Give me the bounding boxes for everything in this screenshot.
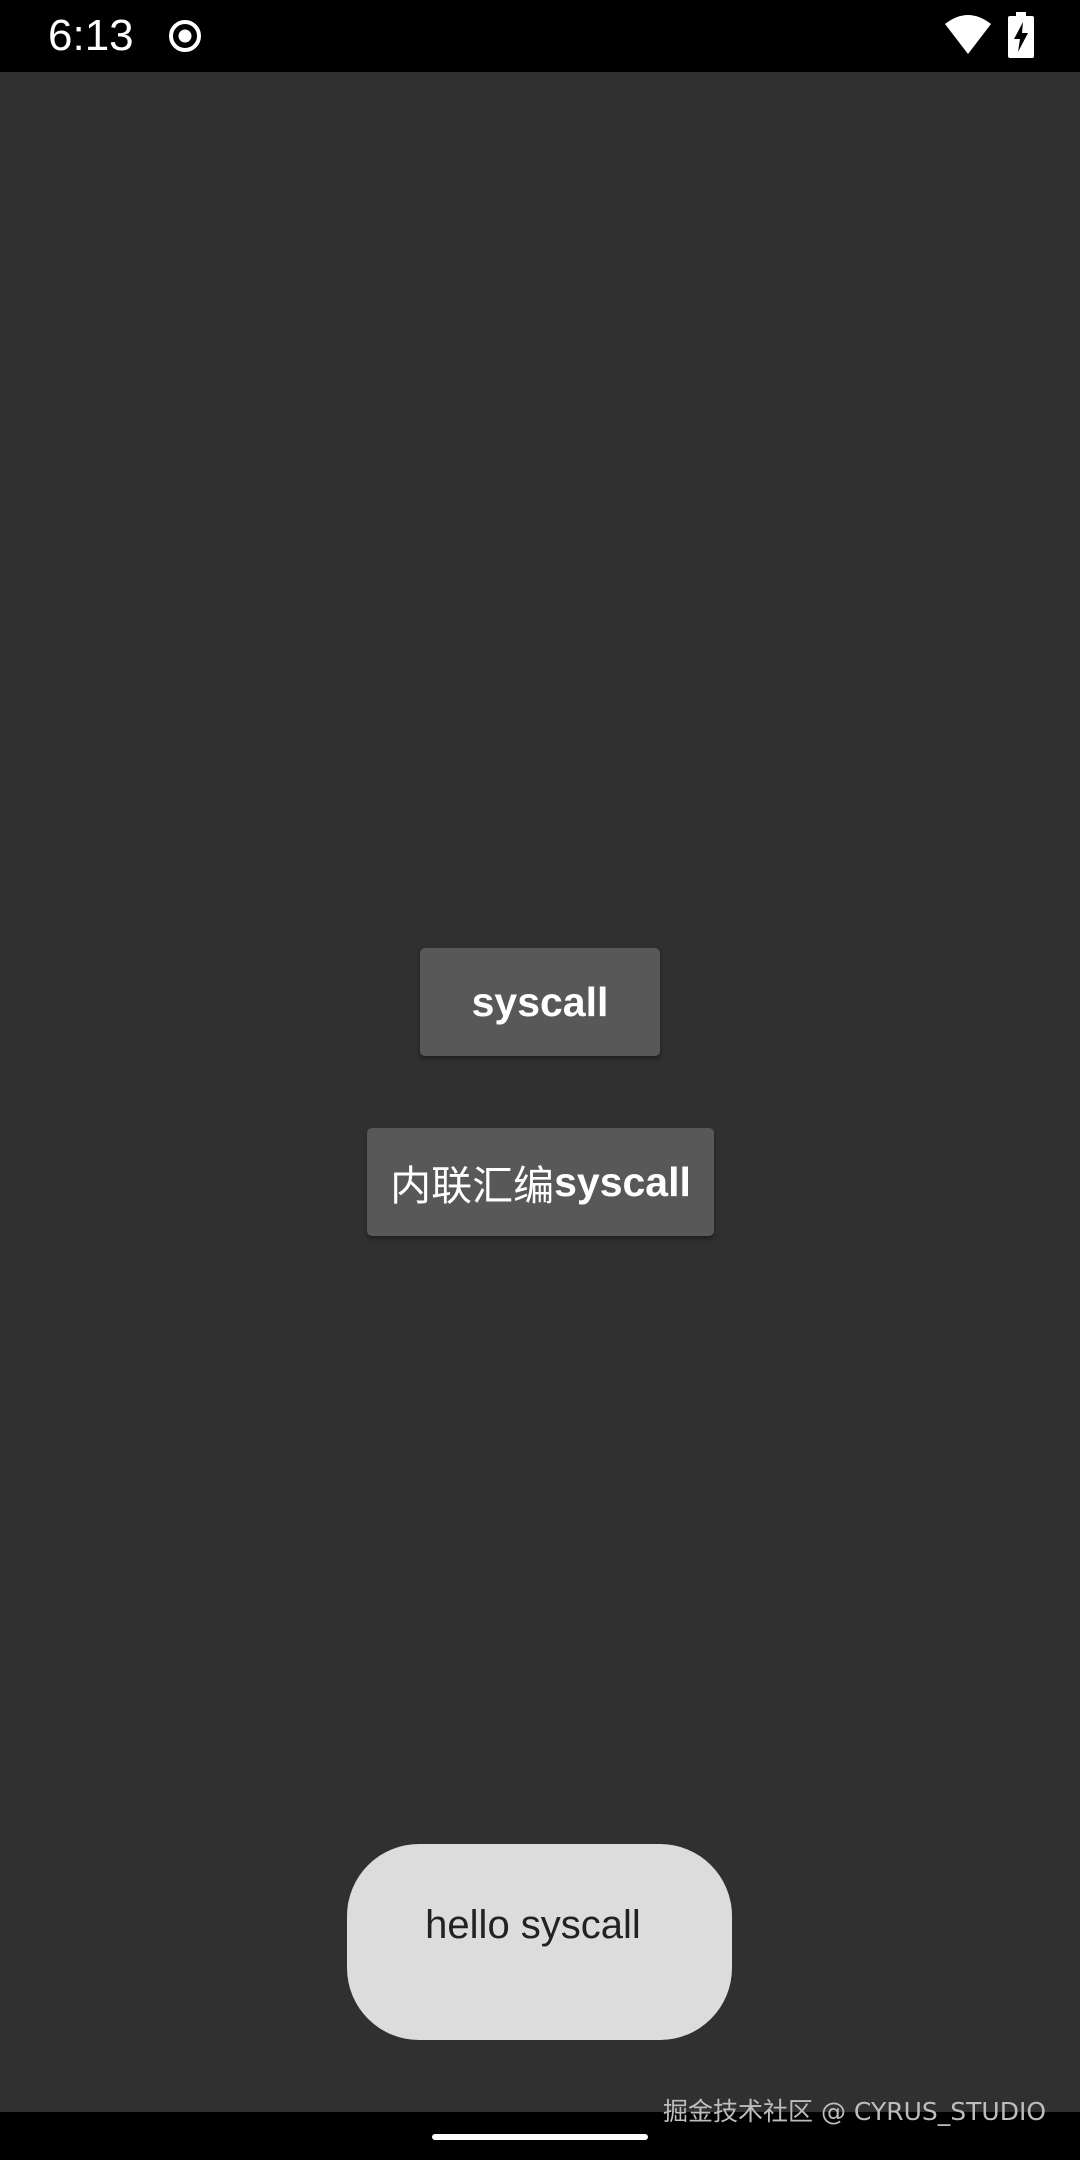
home-gesture-handle[interactable] [432,2134,648,2140]
battery-charging-icon [1008,12,1034,58]
inline-asm-button-label-en: syscall [554,1158,691,1205]
toast-message: hello syscall [425,1903,641,1947]
toast: hello syscall [347,1844,732,2040]
syscall-button-label: syscall [471,978,609,1025]
status-time: 6:13 [48,11,134,60]
syscall-button[interactable]: syscall [420,948,660,1056]
watermark: 掘金技术社区 @ CYRUS_STUDIO [663,2097,1046,2126]
inline-asm-button-label-cn: 内联汇编 [390,1163,555,1209]
app-screen: 6:13 syscall 内联汇编syscall hello syscall [0,0,1080,2160]
wifi-icon [944,14,992,56]
record-icon [166,17,204,55]
status-bar: 6:13 [0,0,1080,72]
inline-asm-syscall-button[interactable]: 内联汇编 syscall [367,1128,714,1236]
